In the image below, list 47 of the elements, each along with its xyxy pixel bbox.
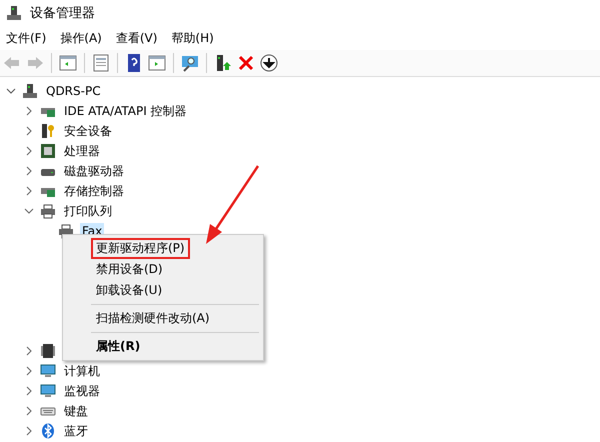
expand-icon[interactable]: [24, 166, 34, 176]
chip-icon: [40, 143, 56, 159]
computer-icon: [22, 83, 38, 99]
context-menu-item[interactable]: 属性(R): [91, 336, 259, 357]
tree-item[interactable]: 处理器: [62, 142, 102, 160]
context-menu-item[interactable]: 卸载设备(U): [91, 280, 259, 301]
tree-item[interactable]: 存储控制器: [62, 182, 126, 200]
context-menu-item[interactable]: 更新驱动程序(P): [91, 238, 190, 259]
context-menu-item[interactable]: 扫描检测硬件改动(A): [91, 308, 259, 329]
window-icon[interactable]: [58, 53, 78, 73]
tree-item[interactable]: 蓝牙: [62, 422, 90, 440]
expand-icon[interactable]: [24, 126, 34, 136]
magnifier-monitor-icon[interactable]: [180, 53, 200, 73]
monitor-icon: [40, 363, 56, 379]
expand-icon[interactable]: [24, 106, 34, 116]
expand-icon[interactable]: [24, 366, 34, 376]
tree-item[interactable]: QDRS-PC: [44, 83, 103, 99]
tree-item[interactable]: 监视器: [62, 382, 102, 400]
tree-item[interactable]: IDE ATA/ATAPI 控制器: [62, 102, 189, 120]
menu-item[interactable]: 帮助(H): [171, 30, 214, 46]
tree-item[interactable]: 键盘: [62, 402, 90, 420]
tree-item[interactable]: 安全设备: [62, 122, 114, 140]
close-icon[interactable]: [236, 53, 256, 73]
expand-icon[interactable]: [24, 186, 34, 196]
document-icon[interactable]: [91, 53, 111, 73]
context-menu-item[interactable]: 禁用设备(D): [91, 259, 259, 280]
menu-item[interactable]: 文件(F): [6, 30, 46, 46]
menu-item[interactable]: 查看(V): [116, 30, 158, 46]
monitor-icon: [40, 383, 56, 399]
menu-item[interactable]: 操作(A): [60, 30, 102, 46]
window-title: 设备管理器: [30, 5, 95, 22]
printer-icon: [40, 203, 56, 219]
key-icon: [40, 123, 56, 139]
tree-item[interactable]: 打印队列: [62, 202, 114, 220]
collapse-icon[interactable]: [24, 206, 34, 216]
tree-item[interactable]: 计算机: [62, 362, 102, 380]
computer-icon: [6, 5, 22, 21]
window-icon[interactable]: [147, 53, 167, 73]
expand-icon[interactable]: [24, 426, 34, 436]
bluetooth-icon: [40, 423, 56, 439]
collapse-icon[interactable]: [6, 86, 16, 96]
expand-icon[interactable]: [24, 346, 34, 356]
tree-item[interactable]: 磁盘驱动器: [62, 162, 126, 180]
expand-icon[interactable]: [24, 386, 34, 396]
chip-icon: [40, 343, 56, 359]
expand-icon[interactable]: [24, 406, 34, 416]
expand-icon[interactable]: [24, 146, 34, 156]
